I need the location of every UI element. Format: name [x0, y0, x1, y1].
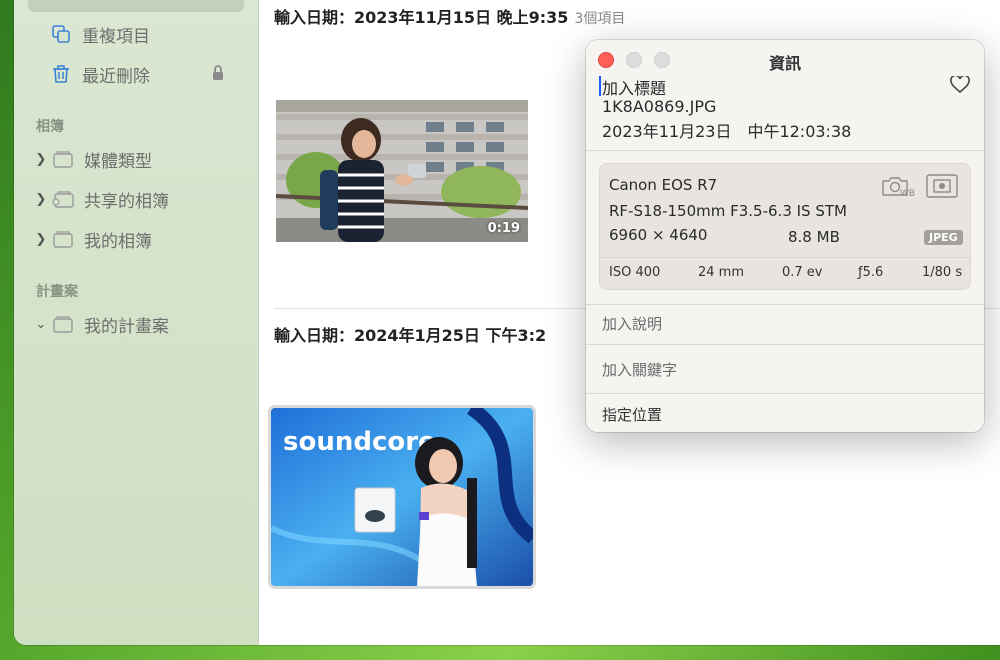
sidebar-item-my-projects[interactable]: ⌄ 我的計畫案 [14, 310, 169, 338]
divider [586, 344, 984, 345]
folder-icon [52, 230, 74, 248]
date-header-text: 輸入日期：2023年11月15日 晚上9:35 [274, 8, 569, 27]
aperture-value: ƒ5.6 [858, 265, 884, 280]
format-badge: JPEG [924, 230, 963, 245]
heart-icon[interactable] [950, 74, 970, 98]
description-field[interactable]: 加入說明 [602, 313, 662, 334]
filename: 1K8A0869.JPG [602, 97, 717, 116]
divider [586, 150, 984, 151]
exif-card: Canon EOS R7 RF-S18-150mm F3.5-6.3 IS ST… [599, 163, 971, 290]
capture-datetime[interactable]: 2023年11月23日 中午12:03:38 [602, 118, 851, 142]
metering-icon [926, 174, 958, 202]
folder-icon [52, 150, 74, 168]
lens-model: RF-S18-150mm F3.5-6.3 IS STM [609, 202, 847, 220]
camera-model: Canon EOS R7 [609, 176, 718, 194]
sidebar-item-label: 我的計畫案 [84, 316, 169, 337]
sidebar-item-media-types[interactable]: ❯ 媒體類型 [14, 145, 152, 173]
title-field[interactable]: 加入標題 [602, 75, 666, 99]
date-header: 輸入日期：2023年11月15日 晚上9:35 3個項目 [274, 4, 625, 28]
image-dimensions: 6960 × 4640 [609, 226, 708, 244]
item-count: 3個項目 [574, 11, 626, 27]
sidebar-item-label: 最近刪除 [82, 66, 150, 87]
lock-icon [212, 65, 224, 85]
location-field[interactable]: 指定位置 [602, 404, 662, 425]
chevron-right-icon[interactable]: ❯ [30, 232, 52, 247]
shared-folder-icon [52, 190, 74, 208]
sidebar: 重複項目 最近刪除 相簿 ❯ 媒體類型 ❯ 共享的相簿 ❯ 我的相簿 計畫案 ⌄… [14, 0, 259, 645]
date-header: 輸入日期：2024年1月25日 下午3:2 [274, 322, 546, 346]
sidebar-item-duplicates[interactable]: 重複項目 [14, 20, 150, 48]
divider [586, 304, 984, 305]
keywords-field[interactable]: 加入關鍵字 [602, 359, 677, 380]
white-balance-icon: WB [881, 174, 915, 202]
date-header-text: 輸入日期：2024年1月25日 下午3:2 [274, 326, 547, 345]
divider [586, 393, 984, 394]
sidebar-selected-item[interactable] [28, 0, 244, 12]
text-caret [599, 76, 601, 96]
shutter-speed: 1/80 s [922, 265, 963, 280]
video-thumbnail[interactable]: 0:19 [276, 100, 528, 242]
duplicate-icon [50, 25, 72, 43]
iso-value: ISO 400 [609, 265, 661, 280]
divider [600, 257, 970, 258]
svg-text:WB: WB [900, 189, 915, 198]
sidebar-item-shared-albums[interactable]: ❯ 共享的相簿 [14, 185, 169, 213]
focal-length: 24 mm [698, 265, 745, 280]
exposure-value: 0.7 ev [782, 265, 823, 280]
file-size: 8.8 MB [788, 228, 840, 246]
svg-text:soundcore: soundcore [283, 427, 436, 457]
chevron-right-icon[interactable]: ❯ [30, 152, 52, 167]
sidebar-item-label: 媒體類型 [84, 151, 152, 172]
panel-title: 資訊 [768, 54, 801, 73]
section-albums-title: 相簿 [36, 119, 64, 135]
sidebar-item-label: 重複項目 [82, 26, 150, 47]
sidebar-item-label: 我的相簿 [84, 231, 152, 252]
sidebar-item-my-albums[interactable]: ❯ 我的相簿 [14, 225, 152, 253]
photo-thumbnail-selected[interactable]: soundcore [271, 408, 533, 586]
chevron-down-icon[interactable]: ⌄ [30, 317, 52, 332]
sidebar-item-label: 共享的相簿 [84, 191, 169, 212]
section-projects-title: 計畫案 [36, 284, 78, 300]
chevron-right-icon[interactable]: ❯ [30, 192, 52, 207]
info-panel: 資訊 加入標題 1K8A0869.JPG 2023年11月23日 中午12:03… [586, 40, 984, 432]
trash-icon [50, 65, 72, 83]
folder-icon [52, 315, 74, 333]
sidebar-item-recently-deleted[interactable]: 最近刪除 [14, 60, 150, 88]
video-duration: 0:19 [487, 221, 520, 236]
